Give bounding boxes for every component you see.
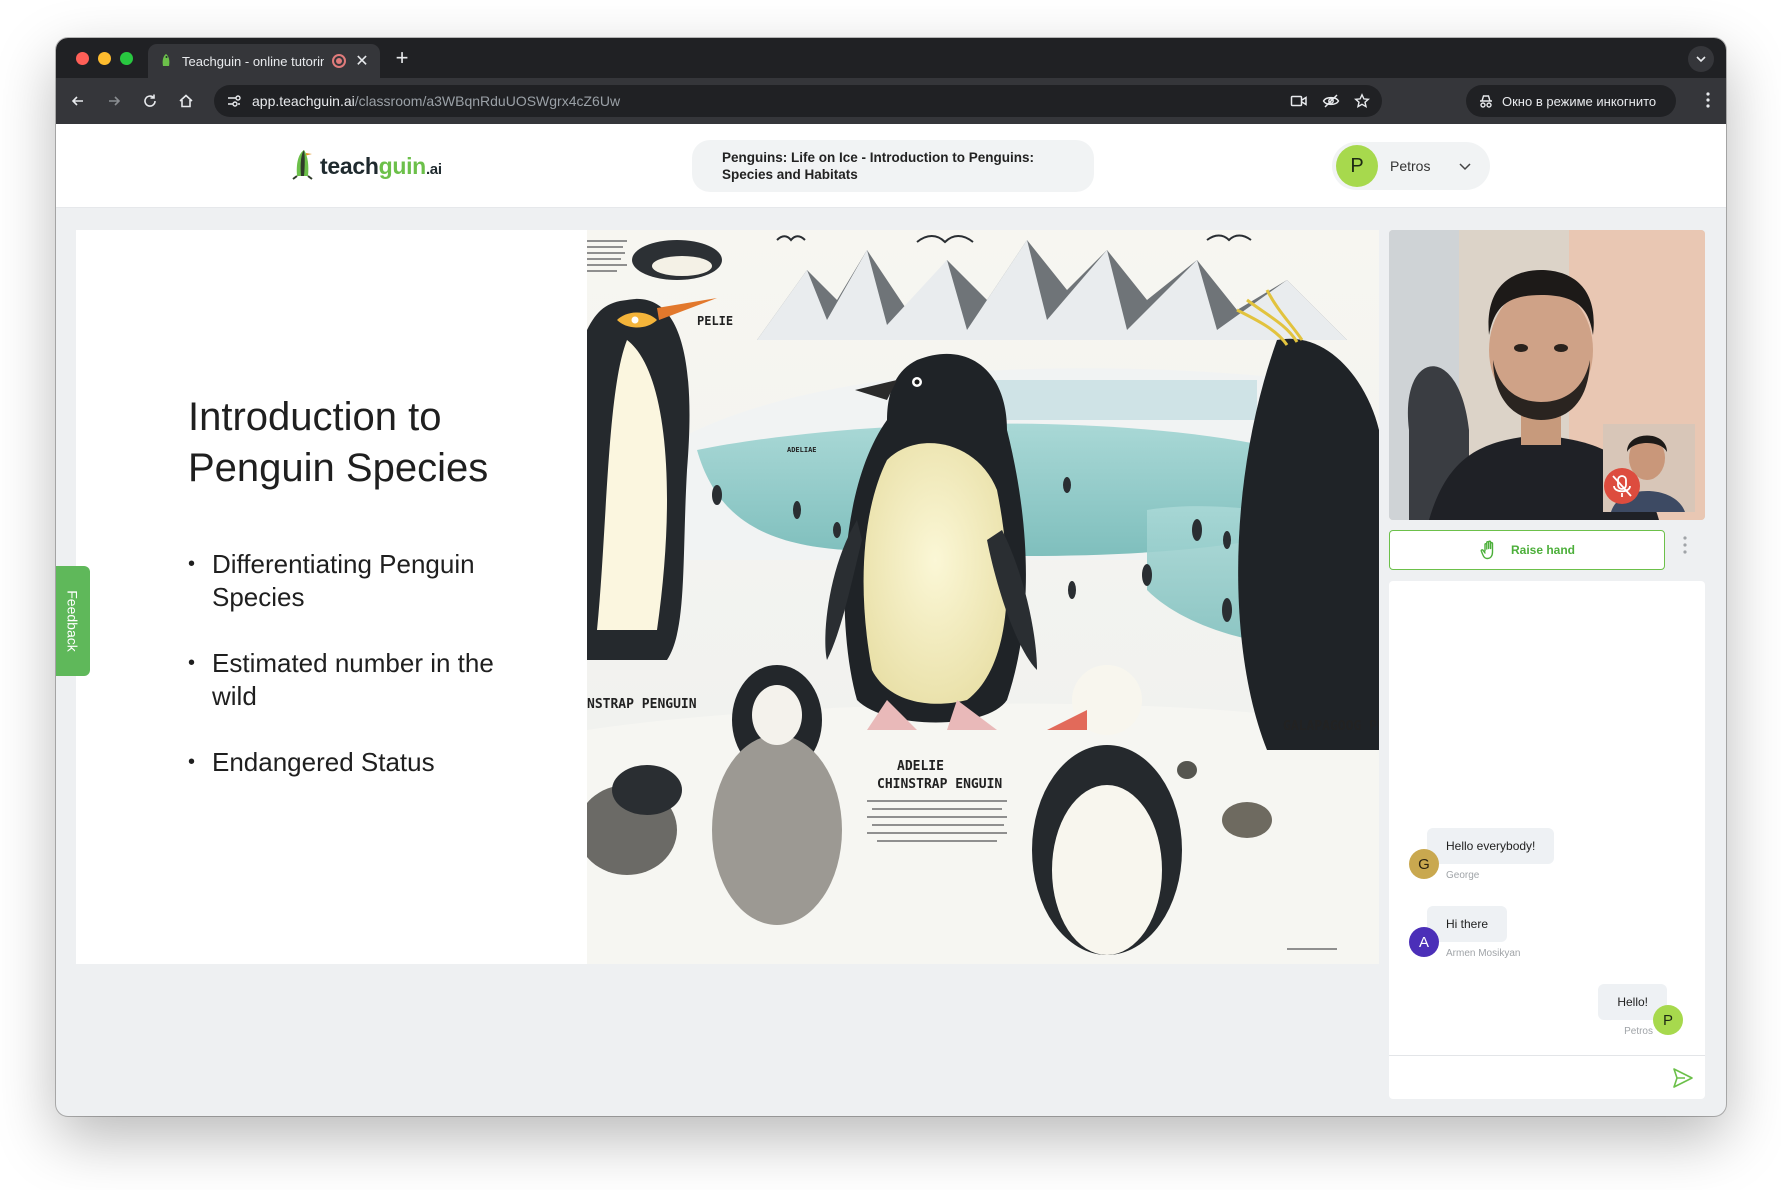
chevron-down-icon [1459, 163, 1471, 171]
penguin-logo-icon [292, 150, 313, 180]
logo-text: teachguin.ai [320, 153, 442, 180]
raise-hand-label: Raise hand [1510, 543, 1576, 557]
slide-title: Introduction to Penguin Species [188, 395, 489, 490]
poster-label-chinstrap-center: CHINSTRAP ENGUIN [877, 777, 1002, 792]
send-icon[interactable] [1671, 1066, 1695, 1090]
user-name: Petros [1390, 158, 1431, 174]
feedback-tab[interactable]: Feedback [56, 566, 90, 676]
more-options-button[interactable] [1675, 536, 1695, 566]
raise-hand-button[interactable]: Raise hand [1389, 530, 1665, 570]
avatar: G [1409, 849, 1439, 879]
slide-bullet: Differentiating Penguin Species [188, 548, 528, 614]
recording-icon [332, 54, 346, 68]
poster-label-galapagos: GALAPAGOOG PE [1283, 719, 1379, 734]
camera-icon[interactable] [1290, 93, 1308, 109]
eye-off-icon[interactable] [1322, 93, 1340, 109]
maximize-window-button[interactable] [120, 52, 133, 65]
incognito-icon [1480, 95, 1492, 108]
browser-toolbar: app.teachguin.ai/classroom/a3WBqnRduUOSW… [56, 78, 1726, 124]
course-title: Penguins: Life on Ice - Introduction to … [692, 140, 1094, 192]
address-bar-icons [1290, 93, 1370, 109]
slide-bullet: Endangered Status [188, 746, 528, 779]
tab-close-icon[interactable]: ✕ [354, 51, 370, 71]
teachguin-logo[interactable]: teachguin.ai [290, 148, 442, 180]
avatar: A [1409, 927, 1439, 957]
home-button[interactable] [168, 85, 204, 117]
penguin-species-poster-image: PELIE ADELIAE NSTRAP PENGUIN ADELIE CHIN… [587, 230, 1379, 964]
logo-text-ai: .ai [425, 161, 442, 178]
tab-search-button[interactable] [1688, 46, 1714, 72]
more-vertical-icon [1683, 536, 1687, 554]
reload-icon [144, 94, 156, 107]
poster-label-chinstrap-left: NSTRAP PENGUIN [587, 697, 697, 712]
app-header: teachguin.ai Penguins: Life on Ice - Int… [56, 124, 1726, 208]
url-host: app.teachguin.ai [252, 93, 355, 109]
user-menu[interactable]: P Petros [1332, 142, 1490, 190]
chat-panel: Hello everybody! George G Hi there Armen… [1389, 581, 1705, 1099]
avatar: P [1336, 145, 1378, 187]
browser-tab[interactable]: Teachguin - online tutoring ✕ [148, 44, 380, 78]
incognito-label: Окно в режиме инкогнито [1502, 93, 1657, 109]
slide-bullet: Estimated number in the wild [188, 647, 528, 713]
poster-label-adeliae: ADELIAE [787, 446, 817, 454]
chat-sender-name: Petros [1624, 1026, 1653, 1037]
hand-icon [1480, 540, 1494, 560]
chevron-down-icon [1696, 56, 1706, 63]
chat-input[interactable] [1389, 1055, 1705, 1099]
minimize-window-button[interactable] [98, 52, 111, 65]
tab-title: Teachguin - online tutoring [182, 53, 324, 69]
incognito-indicator[interactable]: Окно в режиме инкогнито [1466, 85, 1676, 117]
reload-button[interactable] [132, 85, 168, 117]
window-controls [76, 52, 133, 65]
new-tab-button[interactable]: + [390, 46, 414, 70]
logo-text-teach: teach [320, 153, 379, 179]
poster-label-adelie: ADELIE [897, 759, 944, 774]
chat-sender-name: Armen Mosikyan [1446, 948, 1521, 959]
browser-window: Teachguin - online tutoring ✕ + app.teac… [56, 38, 1726, 1116]
avatar: P [1653, 1005, 1683, 1035]
poster-label-pelie: PELIE [697, 314, 733, 328]
url-text: app.teachguin.ai/classroom/a3WBqnRduUOSW… [252, 93, 1290, 109]
penguin-favicon-icon [162, 54, 170, 66]
feedback-label: Feedback [65, 590, 82, 652]
tab-strip: Teachguin - online tutoring ✕ + [56, 38, 1726, 78]
arrow-left-icon [71, 96, 83, 106]
slide-bullets: Differentiating Penguin Species Estimate… [188, 548, 528, 812]
chat-message: Hi there Armen Mosikyan [1427, 906, 1520, 959]
browser-menu-button[interactable] [1706, 92, 1710, 111]
star-icon[interactable] [1354, 93, 1370, 109]
back-button[interactable] [60, 85, 96, 117]
video-feed [1389, 230, 1705, 520]
home-icon [179, 94, 193, 108]
forward-button[interactable] [96, 85, 132, 117]
more-vertical-icon [1706, 92, 1710, 108]
url-path: /classroom/a3WBqnRduUOSWgrx4cZ6Uw [354, 93, 621, 109]
logo-text-guin: guin [378, 153, 427, 179]
site-settings-icon[interactable] [226, 93, 242, 109]
presentation-slide: Introduction to Penguin Species Differen… [76, 230, 1379, 964]
close-window-button[interactable] [76, 52, 89, 65]
chat-bubble: Hello everybody! [1427, 828, 1555, 864]
address-bar[interactable]: app.teachguin.ai/classroom/a3WBqnRduUOSW… [214, 85, 1382, 117]
chat-message: Hello everybody! George [1427, 828, 1555, 881]
chat-sender-name: George [1446, 870, 1480, 881]
chat-bubble: Hi there [1427, 906, 1508, 942]
arrow-right-icon [109, 96, 121, 106]
